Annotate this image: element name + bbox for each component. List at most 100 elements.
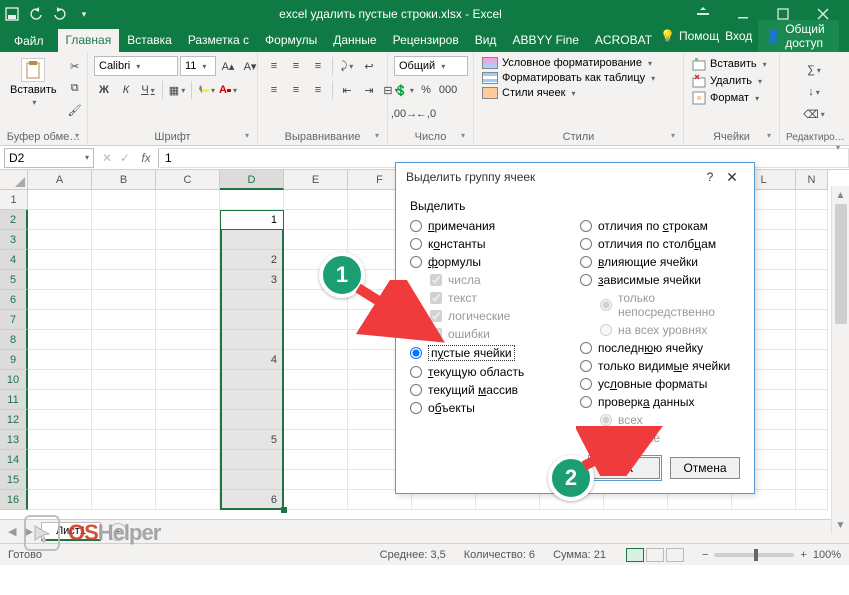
cell[interactable]	[28, 230, 92, 250]
cell[interactable]	[284, 490, 348, 510]
fx-icon[interactable]: fx	[134, 151, 158, 165]
row-header[interactable]: 1	[0, 190, 28, 210]
cell[interactable]	[796, 230, 828, 250]
radio-row-diff[interactable]: отличия по строкам	[580, 219, 740, 233]
cell[interactable]	[796, 310, 828, 330]
cell[interactable]	[156, 190, 220, 210]
cell[interactable]	[92, 270, 156, 290]
tab-home[interactable]: Главная	[58, 29, 120, 52]
cell[interactable]	[92, 210, 156, 230]
row-header[interactable]: 4	[0, 250, 28, 270]
cell[interactable]	[28, 470, 92, 490]
vertical-scrollbar[interactable]: ▲ ▼	[831, 186, 849, 534]
row-header[interactable]: 10	[0, 370, 28, 390]
fill-color-button[interactable]: ▾	[196, 80, 216, 100]
row-header[interactable]: 9	[0, 350, 28, 370]
dialog-help-icon[interactable]: ?	[700, 170, 720, 184]
cell[interactable]	[796, 190, 828, 210]
cell[interactable]	[92, 390, 156, 410]
cell[interactable]	[796, 210, 828, 230]
radio-precedents[interactable]: влияющие ячейки	[580, 255, 740, 269]
cell[interactable]	[284, 450, 348, 470]
wrap-text-icon[interactable]: ↩	[359, 56, 379, 76]
cell[interactable]	[156, 330, 220, 350]
cell[interactable]	[28, 190, 92, 210]
cell[interactable]	[284, 330, 348, 350]
decrease-decimal-icon[interactable]: ←,0	[416, 104, 436, 124]
align-middle-icon[interactable]: ≡	[286, 56, 306, 76]
sheet-nav-prev-icon[interactable]: ◀	[8, 525, 16, 538]
row-header[interactable]: 15	[0, 470, 28, 490]
cell[interactable]	[156, 370, 220, 390]
login-button[interactable]: Вход	[725, 29, 752, 43]
paste-button[interactable]: Вставить▾	[6, 56, 61, 109]
increase-decimal-icon[interactable]: ,00→	[394, 104, 414, 124]
cell[interactable]	[156, 210, 220, 230]
insert-cells-button[interactable]: Вставить▾	[690, 56, 769, 72]
cell[interactable]	[796, 450, 828, 470]
row-header[interactable]: 2	[0, 210, 28, 230]
view-layout-icon[interactable]	[646, 548, 664, 562]
cell[interactable]	[796, 270, 828, 290]
col-header[interactable]: A	[28, 170, 92, 190]
name-box[interactable]: D2▾	[4, 148, 94, 168]
cell[interactable]	[28, 330, 92, 350]
cell[interactable]	[28, 310, 92, 330]
radio-data-validation[interactable]: проверка данных	[580, 395, 740, 409]
cell[interactable]	[284, 370, 348, 390]
cell[interactable]	[796, 330, 828, 350]
cell[interactable]	[156, 410, 220, 430]
tab-abbyy[interactable]: ABBYY Fine	[504, 29, 586, 52]
cell[interactable]	[92, 290, 156, 310]
cell[interactable]	[28, 430, 92, 450]
cell[interactable]	[28, 270, 92, 290]
cell[interactable]	[92, 350, 156, 370]
cell[interactable]	[92, 430, 156, 450]
redo-icon[interactable]	[52, 6, 68, 22]
row-header[interactable]: 12	[0, 410, 28, 430]
cell[interactable]	[28, 370, 92, 390]
ribbon-options-icon[interactable]	[689, 4, 717, 24]
cancel-edit-icon[interactable]: ✕	[98, 151, 116, 165]
cell[interactable]	[284, 470, 348, 490]
cell[interactable]	[28, 410, 92, 430]
font-name-combo[interactable]: Calibri▾	[94, 56, 178, 76]
zoom-level[interactable]: 100%	[813, 549, 841, 561]
format-as-table-button[interactable]: Форматировать как таблицу▾	[480, 71, 657, 85]
cell[interactable]	[284, 210, 348, 230]
cell[interactable]	[284, 310, 348, 330]
cell[interactable]	[92, 490, 156, 510]
clear-icon[interactable]: ⌫▾	[804, 104, 824, 124]
radio-blanks[interactable]: пустые ячейки	[410, 345, 570, 361]
cell[interactable]	[156, 450, 220, 470]
cell[interactable]	[92, 450, 156, 470]
cut-icon[interactable]: ✂	[65, 56, 85, 76]
font-size-combo[interactable]: 11▾	[180, 56, 216, 76]
radio-last-cell[interactable]: последнюю ячейку	[580, 341, 740, 355]
col-header[interactable]: N	[796, 170, 828, 190]
cell[interactable]	[28, 390, 92, 410]
scroll-up-icon[interactable]: ▲	[832, 186, 849, 204]
tab-formulas[interactable]: Формулы	[257, 29, 325, 52]
zoom-slider[interactable]	[714, 553, 794, 557]
cell[interactable]	[156, 390, 220, 410]
cell[interactable]	[28, 290, 92, 310]
decrease-font-icon[interactable]: A▾	[240, 56, 260, 76]
cell[interactable]	[92, 370, 156, 390]
conditional-format-button[interactable]: Условное форматирование▾	[480, 56, 654, 70]
radio-col-diff[interactable]: отличия по столбцам	[580, 237, 740, 251]
cell[interactable]	[156, 430, 220, 450]
cell[interactable]	[28, 210, 92, 230]
comma-icon[interactable]: 000	[438, 80, 458, 100]
row-header[interactable]: 3	[0, 230, 28, 250]
row-header[interactable]: 7	[0, 310, 28, 330]
cell[interactable]	[92, 410, 156, 430]
tab-review[interactable]: Рецензиров	[385, 29, 467, 52]
share-button[interactable]: 👤Общий доступ	[758, 20, 839, 52]
row-headers[interactable]: 12345678910111213141516	[0, 190, 28, 510]
tab-file[interactable]: Файл	[0, 30, 58, 52]
tab-insert[interactable]: Вставка	[119, 29, 180, 52]
tab-acrobat[interactable]: ACROBAT	[587, 29, 660, 52]
cell[interactable]	[796, 470, 828, 490]
zoom-out-button[interactable]: −	[702, 549, 708, 561]
